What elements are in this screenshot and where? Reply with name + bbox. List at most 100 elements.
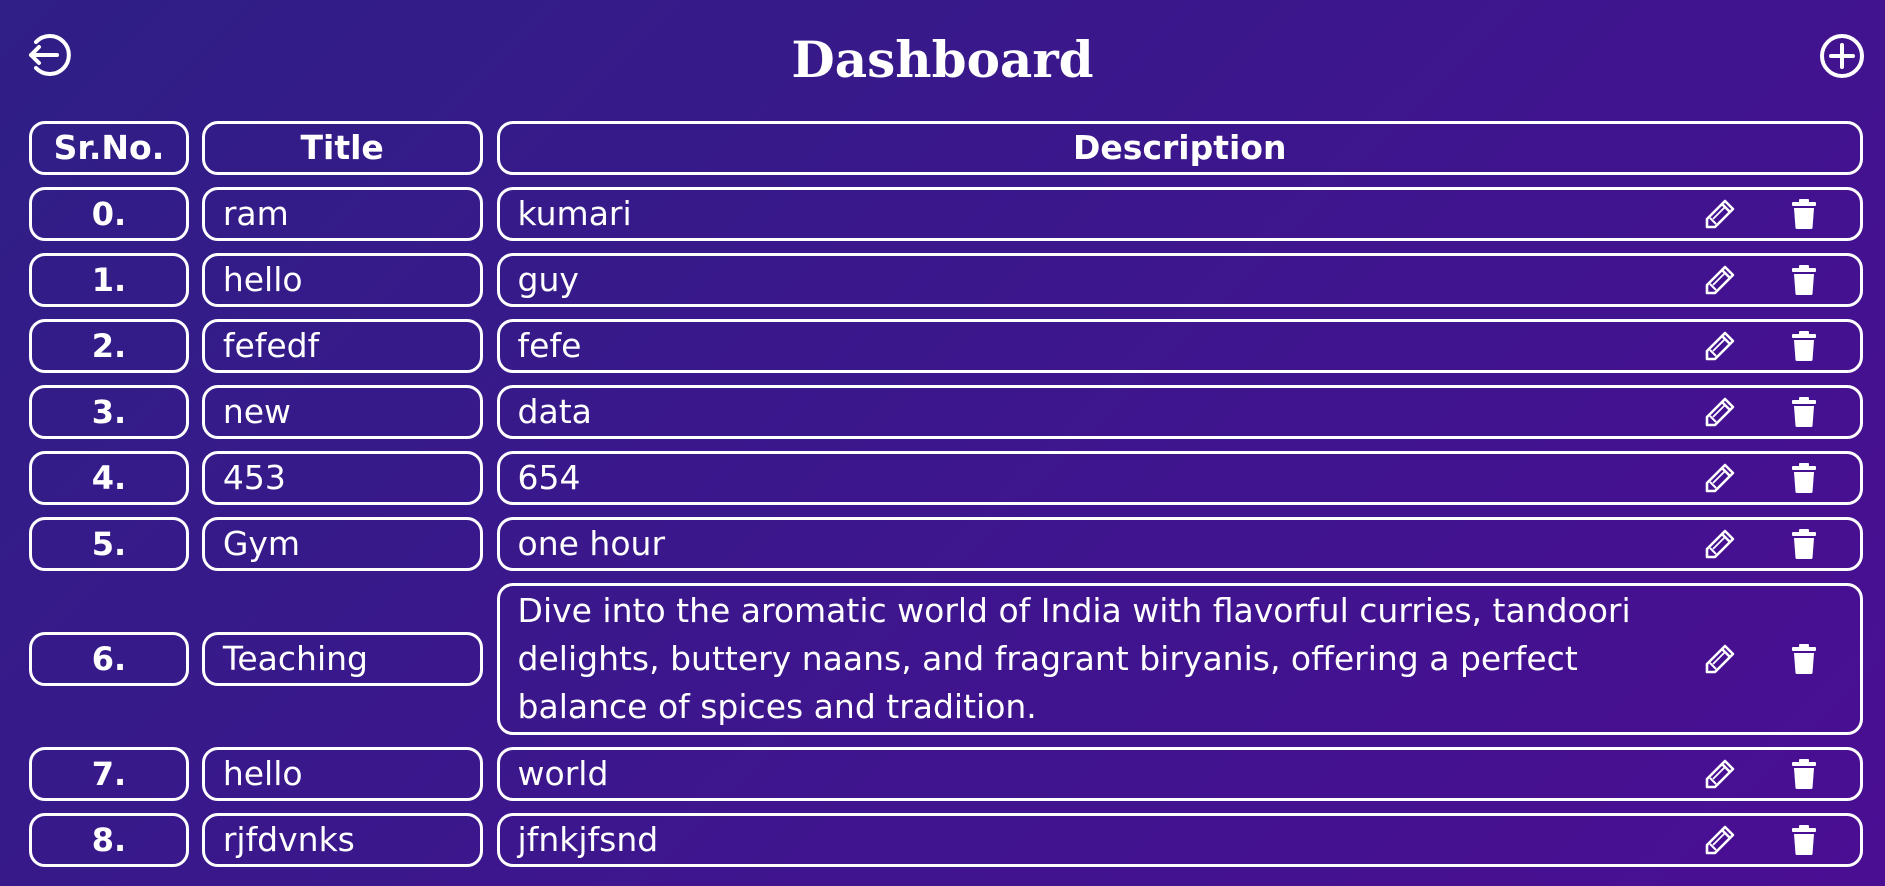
trash-icon xyxy=(1791,198,1817,230)
row-title: rjfdvnks xyxy=(201,813,483,867)
table-row: 7. hello world xyxy=(29,747,1863,801)
row-actions xyxy=(1690,524,1860,564)
row-description-cell: data xyxy=(496,385,1863,439)
row-description-cell: guy xyxy=(496,253,1863,307)
row-description-cell: 654 xyxy=(496,451,1863,505)
table-row: 2. fefedf fefe xyxy=(29,319,1863,373)
row-actions xyxy=(1690,194,1860,234)
table-row: 6. Teaching Dive into the aromatic world o… xyxy=(29,583,1863,735)
delete-button[interactable] xyxy=(1784,754,1824,794)
row-srno: 6. xyxy=(29,632,189,686)
row-srno: 8. xyxy=(29,813,189,867)
row-description: kumari xyxy=(517,194,632,233)
column-header-description-label: Description xyxy=(1073,128,1287,167)
pencil-icon xyxy=(1703,527,1737,561)
edit-button[interactable] xyxy=(1700,639,1740,679)
row-description: one hour xyxy=(517,524,666,563)
row-description-cell: one hour xyxy=(496,517,1863,571)
row-description-cell: fefe xyxy=(496,319,1863,373)
row-description: fefe xyxy=(517,326,582,365)
delete-button[interactable] xyxy=(1784,194,1824,234)
row-description-cell: jfnkjfsnd xyxy=(496,813,1863,867)
trash-icon xyxy=(1791,396,1817,428)
row-title: hello xyxy=(201,253,483,307)
row-description-cell: Dive into the aromatic world of India wi… xyxy=(496,583,1863,735)
row-actions xyxy=(1690,326,1860,366)
delete-button[interactable] xyxy=(1784,820,1824,860)
add-button[interactable] xyxy=(1814,28,1870,84)
plus-circle-icon xyxy=(1820,34,1864,78)
edit-button[interactable] xyxy=(1700,194,1740,234)
row-description: 654 xyxy=(517,458,581,497)
edit-button[interactable] xyxy=(1700,820,1740,860)
trash-icon xyxy=(1791,643,1817,675)
table-row: 3. new data xyxy=(29,385,1863,439)
row-actions xyxy=(1690,260,1860,300)
pencil-icon xyxy=(1703,395,1737,429)
row-srno: 4. xyxy=(29,451,189,505)
row-title: new xyxy=(201,385,483,439)
row-srno: 3. xyxy=(29,385,189,439)
trash-icon xyxy=(1791,264,1817,296)
column-header-description: Description xyxy=(496,121,1863,175)
row-title: Gym xyxy=(201,517,483,571)
pencil-icon xyxy=(1703,329,1737,363)
row-srno: 0. xyxy=(29,187,189,241)
pencil-icon xyxy=(1703,263,1737,297)
edit-button[interactable] xyxy=(1700,326,1740,366)
pencil-icon xyxy=(1703,461,1737,495)
row-description: Dive into the aromatic world of India wi… xyxy=(517,591,1631,726)
edit-button[interactable] xyxy=(1700,392,1740,432)
row-description: data xyxy=(517,392,592,431)
row-title: hello xyxy=(201,747,483,801)
table-row: 5. Gym one hour xyxy=(29,517,1863,571)
delete-button[interactable] xyxy=(1784,260,1824,300)
notes-table: Sr.No. Title Description 0. ram kumari 1. he… xyxy=(29,121,1863,879)
delete-button[interactable] xyxy=(1784,326,1824,366)
table-row: 4. 453 654 xyxy=(29,451,1863,505)
trash-icon xyxy=(1791,462,1817,494)
edit-button[interactable] xyxy=(1700,458,1740,498)
pencil-icon xyxy=(1703,642,1737,676)
table-row: 0. ram kumari xyxy=(29,187,1863,241)
row-srno: 2. xyxy=(29,319,189,373)
row-title: Teaching xyxy=(201,632,483,686)
row-description: world xyxy=(517,754,609,793)
row-title: 453 xyxy=(201,451,483,505)
table-header-row: Sr.No. Title Description xyxy=(29,121,1863,175)
pencil-icon xyxy=(1703,757,1737,791)
pencil-icon xyxy=(1703,823,1737,857)
row-actions xyxy=(1690,458,1860,498)
table-row: 8. rjfdvnks jfnkjfsnd xyxy=(29,813,1863,867)
row-description: guy xyxy=(517,260,579,299)
trash-icon xyxy=(1791,330,1817,362)
trash-icon xyxy=(1791,824,1817,856)
row-actions xyxy=(1690,392,1860,432)
delete-button[interactable] xyxy=(1784,639,1824,679)
row-title: fefedf xyxy=(201,319,483,373)
delete-button[interactable] xyxy=(1784,524,1824,564)
row-srno: 1. xyxy=(29,253,189,307)
trash-icon xyxy=(1791,528,1817,560)
delete-button[interactable] xyxy=(1784,392,1824,432)
edit-button[interactable] xyxy=(1700,524,1740,564)
row-srno: 5. xyxy=(29,517,189,571)
row-title: ram xyxy=(201,187,483,241)
delete-button[interactable] xyxy=(1784,458,1824,498)
row-description-cell: kumari xyxy=(496,187,1863,241)
pencil-icon xyxy=(1703,197,1737,231)
row-actions xyxy=(1690,820,1860,860)
edit-button[interactable] xyxy=(1700,260,1740,300)
edit-button[interactable] xyxy=(1700,754,1740,794)
row-actions xyxy=(1690,639,1860,679)
column-header-title: Title xyxy=(201,121,483,175)
page-title: Dashboard xyxy=(791,30,1094,89)
table-row: 1. hello guy xyxy=(29,253,1863,307)
row-actions xyxy=(1690,754,1860,794)
column-header-srno: Sr.No. xyxy=(29,121,189,175)
row-srno: 7. xyxy=(29,747,189,801)
row-description-cell: world xyxy=(496,747,1863,801)
row-description: jfnkjfsnd xyxy=(517,820,659,859)
trash-icon xyxy=(1791,758,1817,790)
top-bar: Dashboard xyxy=(0,0,1885,120)
